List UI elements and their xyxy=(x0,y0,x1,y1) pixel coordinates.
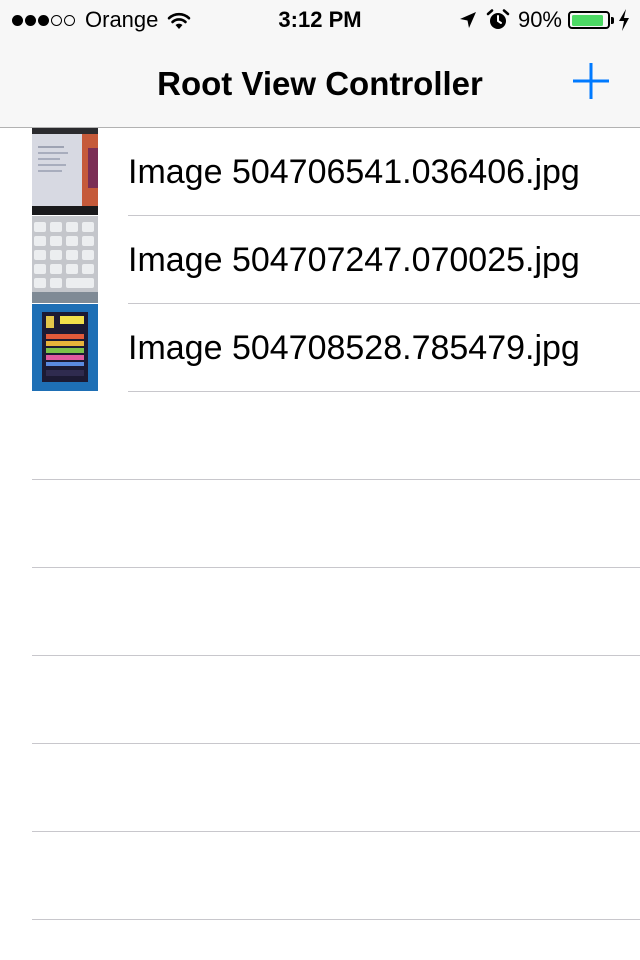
charging-bolt-icon xyxy=(619,9,629,31)
plus-icon xyxy=(573,63,609,99)
laptop-screen-thumbnail xyxy=(32,128,98,215)
row-label: Image 504708528.785479.jpg xyxy=(128,329,580,367)
table-row[interactable]: Image 504708528.785479.jpg xyxy=(0,304,640,392)
battery-nub xyxy=(611,17,614,24)
battery-percent: 90% xyxy=(517,7,562,32)
empty-table-row xyxy=(0,744,640,832)
alarm-icon xyxy=(486,9,510,29)
add-button[interactable] xyxy=(572,62,610,100)
battery-icon xyxy=(568,11,614,29)
navigation-bar: Root View Controller xyxy=(0,40,640,128)
status-bar: Orange 3:12 PM 90% xyxy=(0,0,640,40)
card-on-blue-thumbnail xyxy=(32,304,98,391)
empty-table-row xyxy=(0,568,640,656)
row-label: Image 504707247.070025.jpg xyxy=(128,241,580,279)
image-table[interactable]: Image 504706541.036406.jpg Image 5047072… xyxy=(0,128,640,960)
table-row[interactable]: Image 504706541.036406.jpg xyxy=(0,128,640,216)
row-separator xyxy=(32,919,640,920)
battery-fill xyxy=(571,14,603,26)
location-arrow-icon xyxy=(459,12,476,28)
status-right: 90% xyxy=(458,6,630,34)
page-title: Root View Controller xyxy=(157,65,483,102)
empty-table-row xyxy=(0,480,640,568)
row-label: Image 504706541.036406.jpg xyxy=(128,153,580,191)
keyboard-thumbnail xyxy=(32,216,98,303)
empty-table-row xyxy=(0,656,640,744)
empty-table-row xyxy=(0,392,640,480)
table-row[interactable]: Image 504707247.070025.jpg xyxy=(0,216,640,304)
empty-table-row xyxy=(0,832,640,920)
